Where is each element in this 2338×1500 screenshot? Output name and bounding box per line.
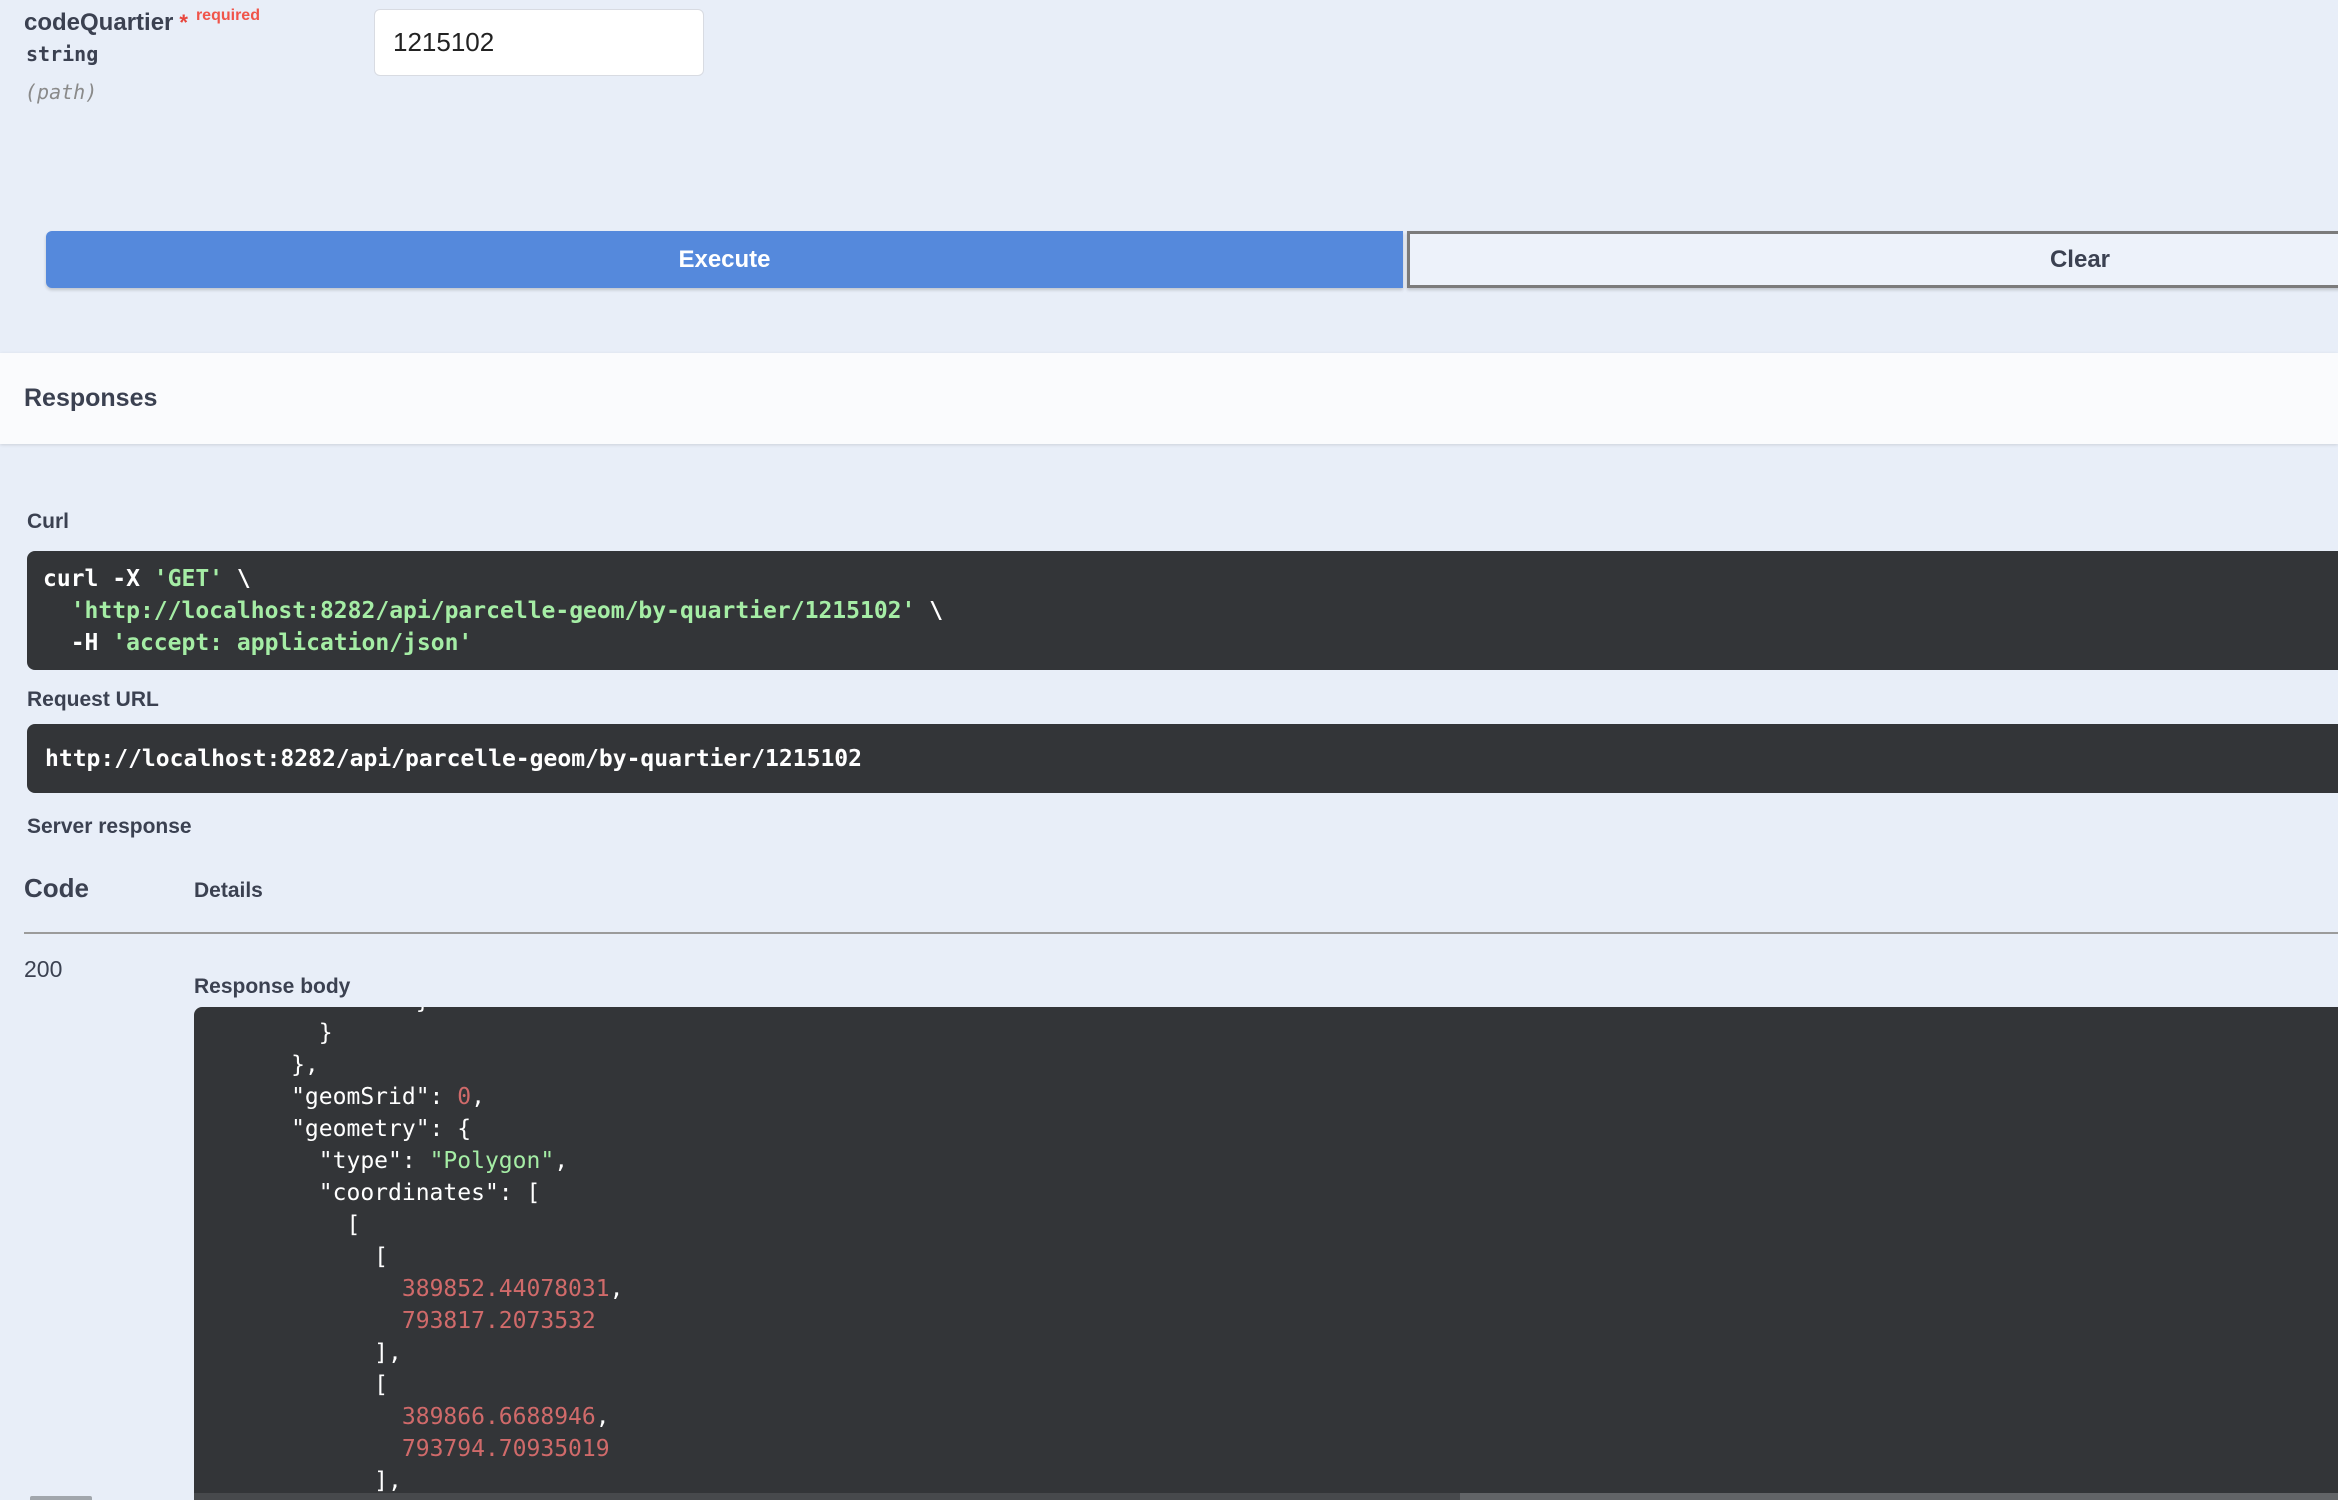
horizontal-scrollbar-thumb[interactable] (194, 1493, 1460, 1500)
curl-label: Curl (27, 510, 69, 533)
execute-clear-row: Execute Clear (46, 231, 2338, 288)
parameter-name: codeQuartier * required (24, 0, 260, 39)
response-body-json: } } }, "geomSrid": 0, "geometry": { "typ… (208, 1007, 624, 1494)
response-body-block[interactable]: } } }, "geomSrid": 0, "geometry": { "typ… (194, 1007, 2338, 1500)
curl-command-block: curl -X 'GET' \ 'http://localhost:8282/a… (27, 551, 2338, 670)
codequartier-input[interactable] (374, 9, 704, 76)
status-code: 200 (24, 956, 63, 982)
browser-status-fragment (30, 1496, 92, 1500)
parameter-meta: codeQuartier * required string (path) (24, 0, 260, 104)
parameter-location: (path) (25, 80, 98, 104)
request-url-block: http://localhost:8282/api/parcelle-geom/… (27, 724, 2338, 793)
server-response-label: Server response (27, 815, 192, 838)
table-header-divider (24, 932, 2338, 934)
execute-button[interactable]: Execute (46, 231, 1403, 288)
required-label: required (195, 7, 260, 24)
response-body-label: Response body (194, 975, 351, 998)
parameter-type: string (26, 42, 99, 66)
request-url-label: Request URL (27, 688, 159, 711)
parameter-name-label: codeQuartier (24, 9, 174, 36)
required-asterisk: * (179, 10, 188, 35)
responses-title: Responses (24, 384, 158, 412)
clear-button[interactable]: Clear (1407, 231, 2338, 288)
responses-section-header: Responses (0, 353, 2338, 444)
details-column-header: Details (194, 879, 263, 902)
horizontal-scrollbar-track[interactable] (194, 1493, 2338, 1500)
request-url-value: http://localhost:8282/api/parcelle-geom/… (45, 745, 862, 772)
code-column-header: Code (24, 873, 89, 903)
